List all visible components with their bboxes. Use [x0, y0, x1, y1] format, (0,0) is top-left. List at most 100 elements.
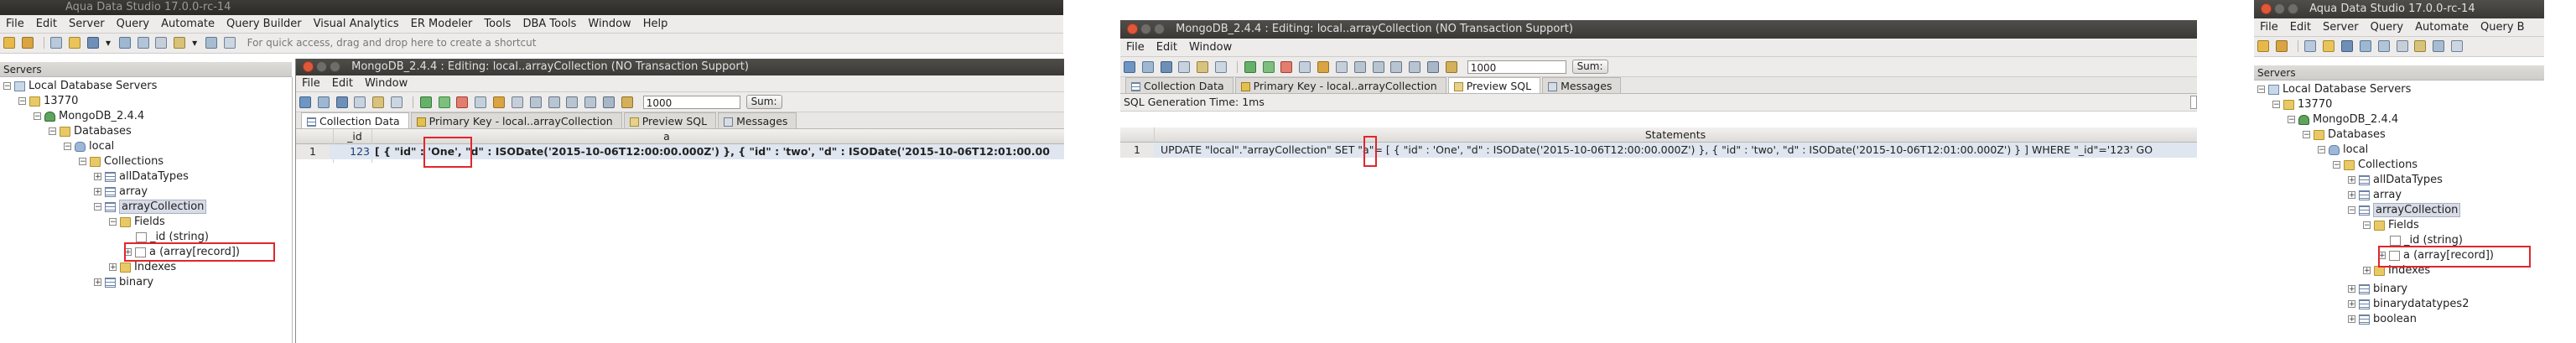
find-icon[interactable]	[391, 96, 403, 108]
tree-node-databases[interactable]: − Databases	[2303, 127, 2386, 143]
refresh-icon[interactable]	[137, 36, 149, 49]
expand-icon[interactable]: +	[94, 173, 101, 181]
info-icon[interactable]	[2433, 39, 2445, 52]
first-icon[interactable]	[1353, 60, 1366, 73]
tree-node-binary[interactable]: + binary	[2348, 282, 2407, 297]
save-icon[interactable]	[2341, 39, 2354, 52]
tree-node-fields[interactable]: − Fields	[109, 215, 165, 230]
expand-icon[interactable]: +	[2348, 315, 2355, 324]
collapse-icon[interactable]: −	[2363, 221, 2371, 230]
grid-icon[interactable]	[2396, 39, 2408, 52]
execute-icon[interactable]	[299, 96, 311, 108]
insert-row-icon[interactable]	[438, 96, 450, 108]
collapse-icon[interactable]: −	[109, 218, 117, 226]
menu-query[interactable]: Query	[111, 18, 156, 30]
info-icon[interactable]	[205, 36, 217, 49]
tree-node-arraycollection[interactable]: − arrayCollection	[2348, 203, 2461, 218]
paste-icon[interactable]	[372, 96, 385, 108]
tab-preview-sql[interactable]: Preview SQL	[1447, 77, 1541, 93]
menu-query-builder[interactable]: Query Builder	[221, 18, 308, 30]
expand-icon[interactable]: +	[94, 278, 101, 287]
dropdown-arrow-icon[interactable]: ▾	[192, 37, 199, 49]
add-row-icon[interactable]	[419, 96, 432, 108]
save-icon[interactable]	[1160, 60, 1172, 73]
grid-icon[interactable]	[1335, 60, 1348, 73]
export-icon[interactable]	[621, 96, 633, 108]
settings-icon[interactable]	[603, 96, 615, 108]
editor-menu-file[interactable]: File	[1120, 41, 1150, 54]
menu-edit[interactable]: Edit	[30, 18, 63, 30]
filter-field[interactable]	[2190, 96, 2197, 109]
tree-node-alldatatypes[interactable]: + allDataTypes	[94, 169, 189, 184]
find-icon[interactable]	[223, 36, 236, 49]
expand-icon[interactable]: +	[94, 188, 101, 196]
minimize-icon[interactable]	[316, 61, 327, 72]
row-limit-input[interactable]: 1000	[642, 95, 740, 109]
menu-edit[interactable]: Edit	[2284, 21, 2317, 34]
save-icon[interactable]	[335, 96, 348, 108]
minimize-icon[interactable]	[2274, 3, 2285, 14]
menu-server[interactable]: Server	[2317, 21, 2365, 34]
expand-icon[interactable]: +	[2348, 285, 2355, 294]
menu-automate[interactable]: Automate	[155, 18, 221, 30]
open-file-icon[interactable]	[2323, 39, 2335, 52]
menu-visual-analytics[interactable]: Visual Analytics	[308, 18, 405, 30]
tree-node-local[interactable]: − local	[2318, 143, 2368, 158]
tree-node-fields[interactable]: − Fields	[2363, 218, 2419, 233]
collapse-icon[interactable]: −	[34, 112, 41, 121]
query-window-icon[interactable]	[50, 36, 63, 49]
collapse-icon[interactable]: −	[2303, 131, 2310, 139]
prev-icon[interactable]	[548, 96, 560, 108]
close-icon[interactable]	[2261, 3, 2272, 14]
tree-node-local-database-servers[interactable]: − Local Database Servers	[3, 79, 157, 94]
tab-primary-key[interactable]: Primary Key - local..arrayCollection	[1234, 77, 1446, 93]
collapse-icon[interactable]: −	[2272, 101, 2280, 109]
export-icon[interactable]	[1445, 60, 1457, 73]
tree-node-13770[interactable]: − 13770	[2272, 97, 2332, 112]
tree-node-local[interactable]: − local	[64, 139, 114, 154]
menu-query-builder[interactable]: Query B	[2475, 21, 2531, 34]
add-row-icon[interactable]	[1244, 60, 1256, 73]
insert-row-icon[interactable]	[1262, 60, 1275, 73]
find-icon[interactable]	[1215, 60, 1228, 73]
tab-messages[interactable]: Messages	[718, 112, 797, 128]
menu-er-modeler[interactable]: ER Modeler	[405, 18, 479, 30]
new-server-icon[interactable]	[3, 36, 15, 49]
dropdown-arrow-icon[interactable]: ▾	[106, 37, 112, 49]
next-icon[interactable]	[566, 96, 579, 108]
refresh-icon[interactable]	[1141, 60, 1154, 73]
maximize-icon[interactable]	[1154, 23, 1165, 34]
tab-preview-sql[interactable]: Preview SQL	[623, 112, 717, 128]
expand-icon[interactable]: +	[2363, 267, 2371, 275]
tree-node-binary[interactable]: + binary	[94, 275, 153, 290]
tab-collection-data[interactable]: Collection Data	[301, 112, 409, 128]
filter-icon[interactable]	[1299, 60, 1311, 73]
collapse-icon[interactable]: −	[2257, 86, 2265, 94]
first-icon[interactable]	[529, 96, 542, 108]
filter-icon[interactable]	[475, 96, 487, 108]
tree-node-collections[interactable]: − Collections	[2333, 158, 2418, 173]
collapse-icon[interactable]: −	[94, 203, 101, 211]
last-icon[interactable]	[1409, 60, 1421, 73]
tree-node-array[interactable]: + array	[94, 184, 148, 200]
tree-node-13770[interactable]: − 13770	[18, 94, 78, 109]
maximize-icon[interactable]	[330, 61, 340, 72]
tab-primary-key[interactable]: Primary Key - local..arrayCollection	[410, 112, 622, 128]
cell-id[interactable]: 123	[336, 144, 370, 159]
delete-row-icon[interactable]	[456, 96, 469, 108]
expand-icon[interactable]: +	[2348, 176, 2355, 184]
edit-server-icon[interactable]	[2275, 39, 2288, 52]
last-icon[interactable]	[584, 96, 597, 108]
cell-statement[interactable]: UPDATE "local"."arrayCollection" SET "a"…	[1161, 143, 2192, 158]
chart-icon[interactable]	[174, 36, 186, 49]
tab-collection-data[interactable]: Collection Data	[1125, 77, 1233, 93]
tree-node-local-database-servers[interactable]: − Local Database Servers	[2257, 82, 2411, 97]
paste-icon[interactable]	[1197, 60, 1209, 73]
tools-icon[interactable]	[118, 36, 131, 49]
delete-row-icon[interactable]	[1280, 60, 1293, 73]
editor-menu-edit[interactable]: Edit	[326, 77, 359, 90]
tools-icon[interactable]	[2359, 39, 2371, 52]
save-icon[interactable]	[87, 36, 100, 49]
prev-icon[interactable]	[1372, 60, 1384, 73]
find-icon[interactable]	[2451, 39, 2464, 52]
